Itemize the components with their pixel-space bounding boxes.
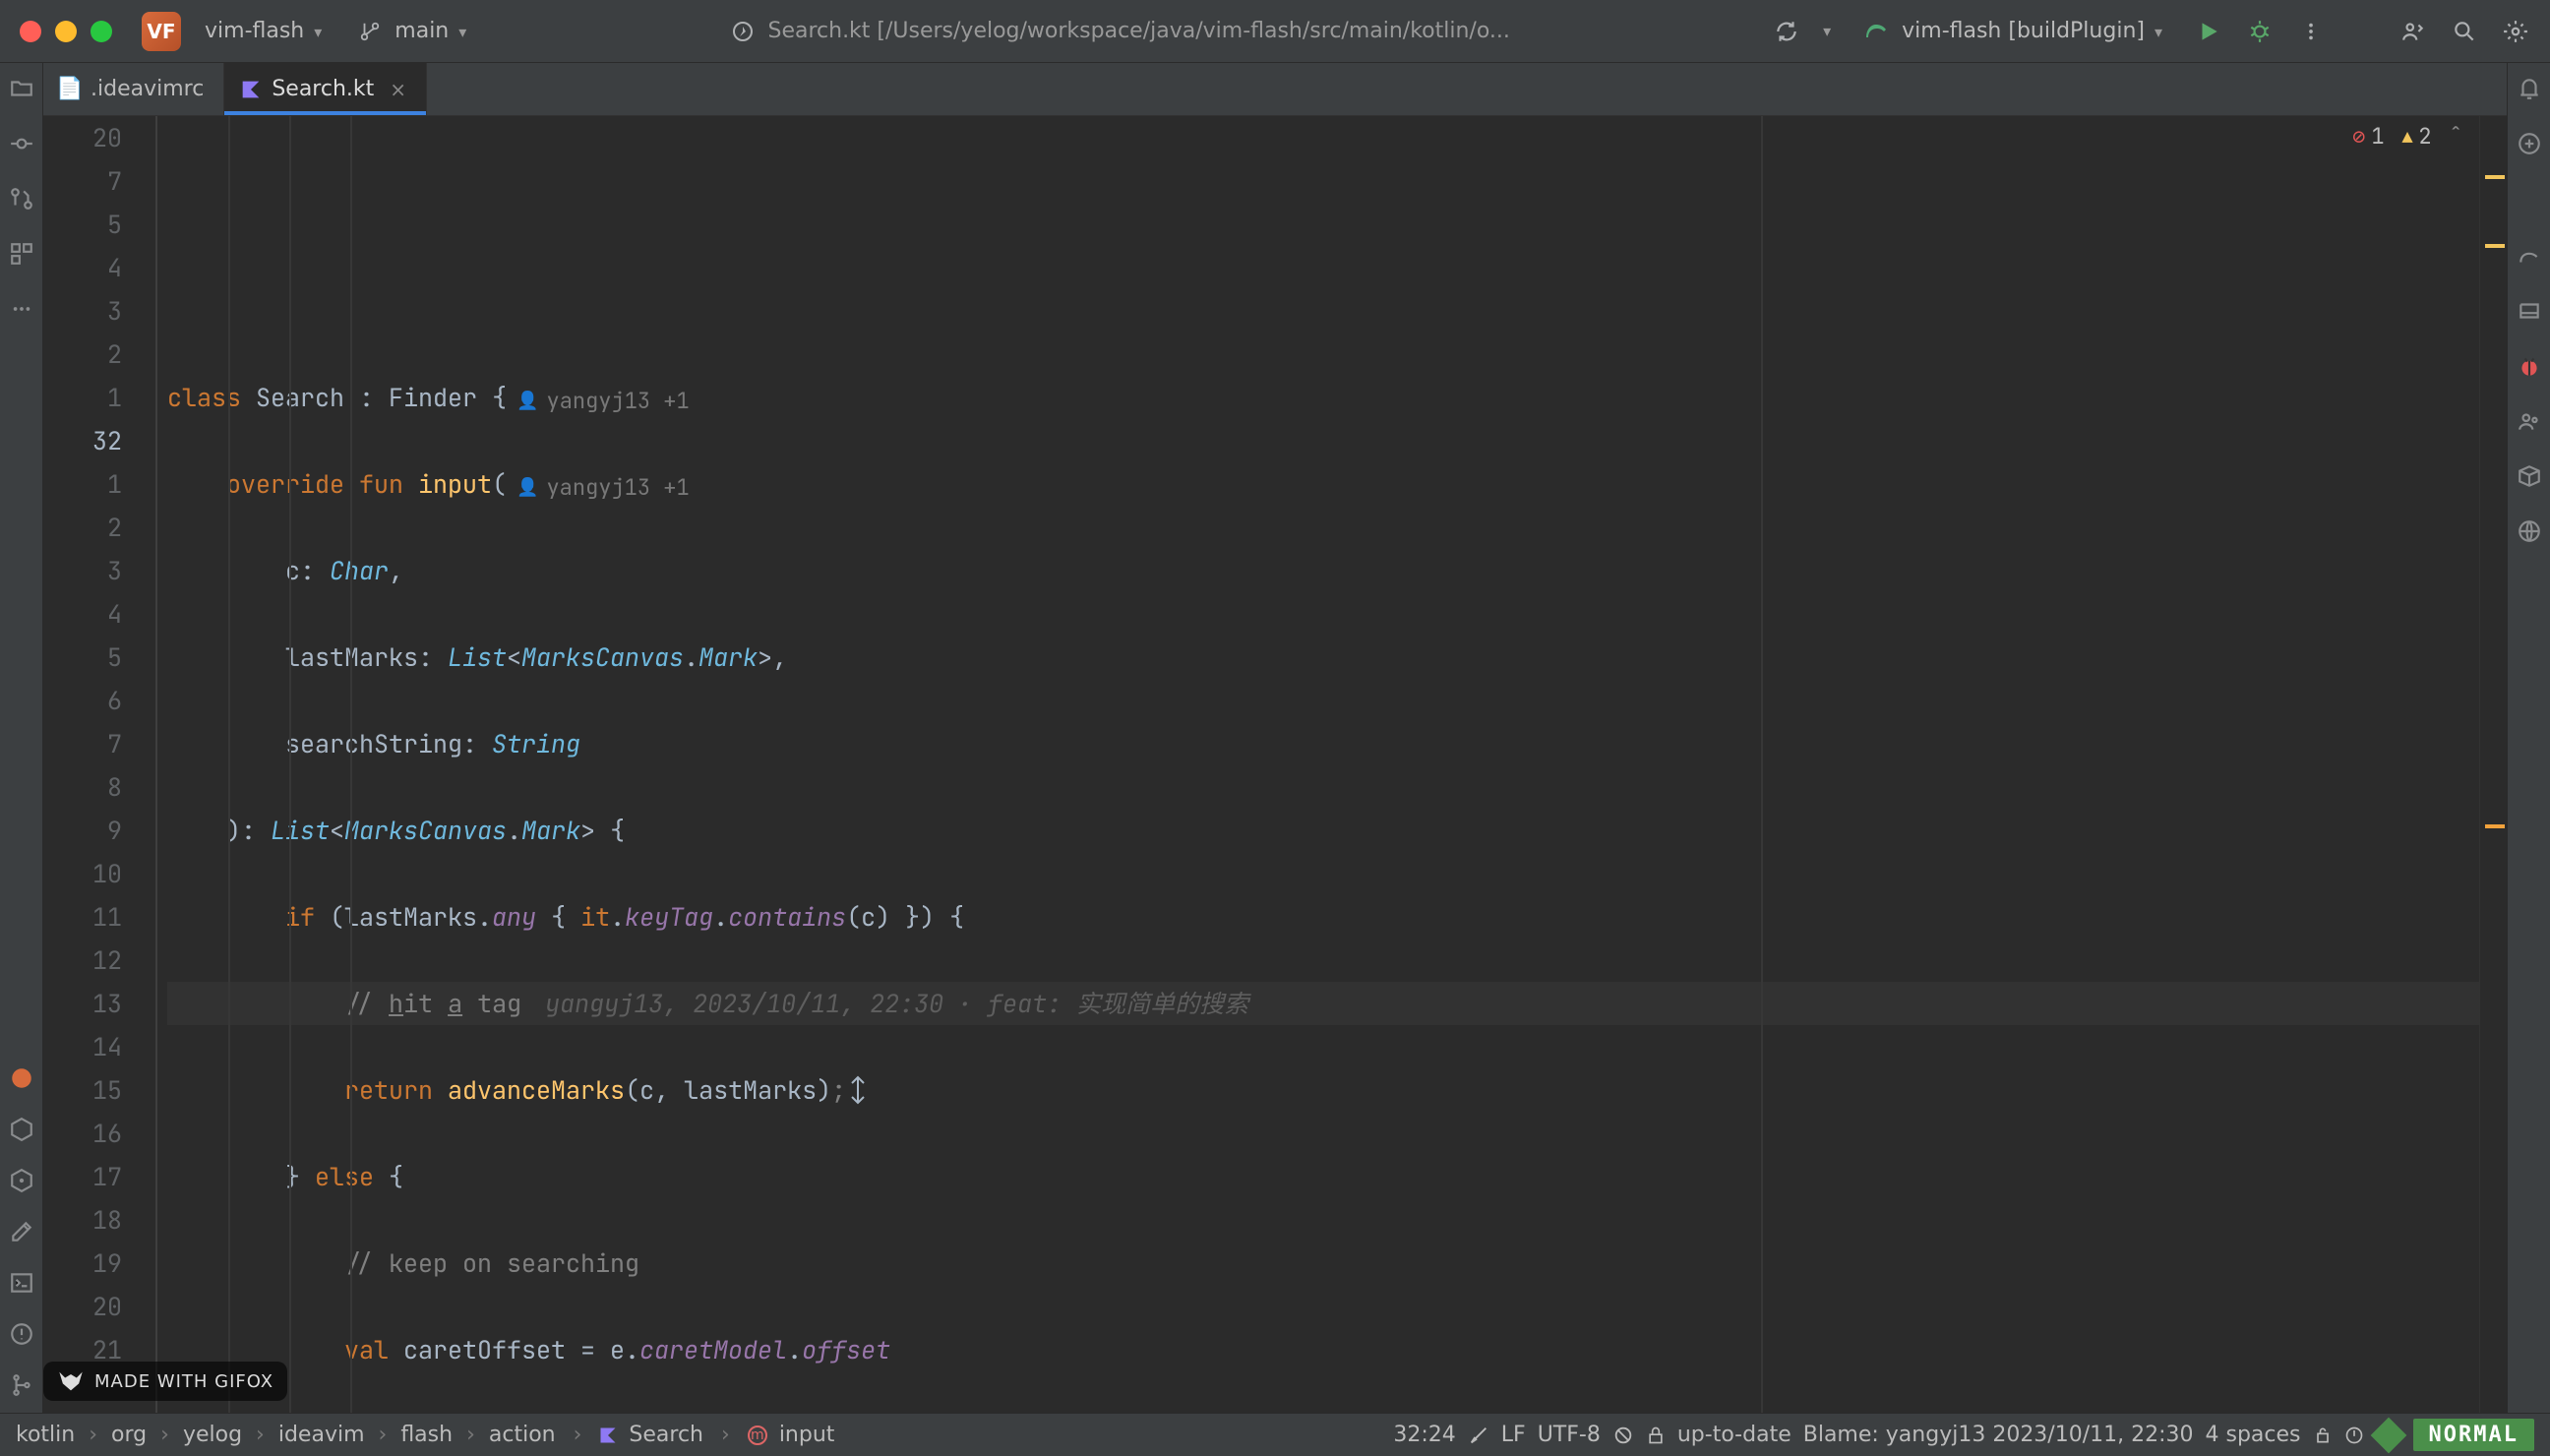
minimize-window-button[interactable] [55, 21, 77, 42]
build-tool-icon[interactable] [8, 1218, 35, 1245]
line-separator[interactable]: LF [1501, 1423, 1526, 1447]
breadcrumb-item[interactable]: yelog [183, 1423, 242, 1447]
breadcrumb-item[interactable]: ideavim [278, 1423, 365, 1447]
kotlin-icon [599, 1426, 617, 1444]
commit-tool-icon[interactable] [8, 130, 35, 157]
chevron-down-icon [314, 19, 322, 43]
notifications-icon[interactable] [2516, 75, 2543, 102]
plugin-circle-icon[interactable] [8, 1064, 35, 1092]
package-tool-icon[interactable] [2516, 462, 2543, 490]
gifox-text: MADE WITH GIFOX [94, 1371, 273, 1392]
compass-icon [728, 17, 758, 46]
editor-tabs: 📄 .ideavimrc Search.kt × [43, 63, 2507, 116]
breadcrumb-item[interactable]: action [489, 1423, 556, 1447]
update-icon[interactable] [1772, 17, 1801, 46]
author-lens[interactable]: 👤yangyj13 +1 [516, 466, 690, 510]
breadcrumb-function[interactable]: input [779, 1423, 835, 1447]
tab-label: .ideavimrc [91, 77, 204, 101]
project-dropdown[interactable]: vim-flash [195, 13, 332, 49]
code-editor[interactable]: 1 2 ˆ ˇ 20754321321234567891011121314151… [43, 116, 2507, 1413]
chevron-down-icon [2155, 19, 2162, 43]
gradle-icon [1862, 17, 1892, 46]
terminal-tool-icon[interactable] [8, 1269, 35, 1297]
tab-ideavimrc[interactable]: 📄 .ideavimrc [43, 63, 224, 115]
project-name: vim-flash [205, 19, 304, 43]
kotlin-icon [240, 79, 262, 100]
team-tool-icon[interactable] [2516, 407, 2543, 435]
more-tool-icon[interactable] [8, 295, 35, 323]
error-stripe[interactable] [2479, 116, 2507, 1413]
current-line: // hit a tagyangyj13, 2023/10/11, 22:30 … [167, 982, 2479, 1025]
power-save-icon[interactable] [2344, 1426, 2364, 1445]
database-tool-icon[interactable] [2516, 297, 2543, 325]
lock-icon[interactable] [1646, 1426, 1666, 1445]
readonly-icon[interactable] [2313, 1426, 2333, 1445]
caret-icon [846, 1075, 870, 1105]
ai-tool-icon[interactable] [2516, 130, 2543, 157]
inline-blame: yangyj13, 2023/10/11, 22:30 · feat: 实现简单… [545, 987, 1248, 1020]
line-gutter: 2075432132123456789101112131415161718192… [43, 116, 146, 1413]
breadcrumb-item[interactable]: kotlin [16, 1423, 75, 1447]
chevron-down-icon [458, 19, 466, 43]
navigation-path[interactable]: Search.kt [/Users/yelog/workspace/java/v… [728, 17, 1519, 46]
close-window-button[interactable] [20, 21, 41, 42]
line-sep-icon[interactable] [1468, 1425, 1489, 1446]
vcs-tool-icon[interactable] [8, 1371, 35, 1399]
gear-icon[interactable] [2501, 17, 2530, 46]
breadcrumb-item[interactable]: org [111, 1423, 147, 1447]
debug-button[interactable] [2245, 17, 2275, 46]
breadcrumb-item[interactable]: flash [400, 1423, 453, 1447]
more-actions-button[interactable] [2296, 17, 2326, 46]
caret-position[interactable]: 32:24 [1393, 1423, 1455, 1447]
breadcrumb[interactable]: kotlin›org›yelog›ideavim›flash›action [16, 1423, 556, 1447]
titlebar: VF vim-flash main Search.kt [/Users/yelo… [0, 0, 2550, 63]
nav-path-text: Search.kt [/Users/yelog/workspace/java/v… [767, 19, 1509, 43]
file-encoding[interactable]: UTF-8 [1538, 1423, 1601, 1447]
branch-icon [355, 17, 385, 46]
left-tool-strip [0, 63, 43, 1413]
file-icon: 📄 [59, 79, 81, 100]
tab-label: Search.kt [272, 77, 374, 101]
vcs-status-icon[interactable] [1612, 1425, 1634, 1446]
status-bar: kotlin›org›yelog›ideavim›flash›action › … [0, 1413, 2550, 1456]
vcs-status[interactable]: up-to-date [1677, 1423, 1791, 1447]
vim-mode-badge: NORMAL [2413, 1419, 2534, 1451]
code-content[interactable]: class Search : Finder {👤yangyj13 +1 over… [167, 116, 2479, 1413]
run-config-dropdown[interactable]: vim-flash [buildPlugin] [1852, 11, 2172, 52]
author-lens[interactable]: 👤yangyj13 +1 [516, 380, 690, 423]
run-button[interactable] [2194, 17, 2223, 46]
services-tool-icon[interactable] [8, 1167, 35, 1194]
structure-tool-icon[interactable] [8, 240, 35, 268]
vim-icon[interactable] [2370, 1417, 2406, 1453]
hex-tool-icon[interactable] [8, 1116, 35, 1143]
chevron-down-icon[interactable]: ▾ [1823, 22, 1831, 40]
close-icon[interactable]: × [390, 78, 406, 101]
project-badge[interactable]: VF [142, 12, 181, 51]
right-tool-strip [2507, 63, 2550, 1413]
gifox-watermark: MADE WITH GIFOX [43, 1362, 287, 1401]
pull-requests-icon[interactable] [8, 185, 35, 212]
breadcrumb-file[interactable]: Search [629, 1423, 703, 1447]
blame-status[interactable]: Blame: yangyj13 2023/10/11, 22:30 [1803, 1423, 2194, 1447]
indent-setting[interactable]: 4 spaces [2206, 1423, 2301, 1447]
ladybug-icon[interactable] [2516, 352, 2543, 380]
project-tool-icon[interactable] [8, 75, 35, 102]
method-icon: m [748, 1426, 767, 1445]
search-icon[interactable] [2450, 17, 2479, 46]
tab-search-kt[interactable]: Search.kt × [224, 63, 427, 115]
problems-tool-icon[interactable] [8, 1320, 35, 1348]
zoom-window-button[interactable] [91, 21, 112, 42]
branch-name: main [395, 19, 449, 43]
mac-traffic-lights [20, 21, 112, 42]
run-config-name: vim-flash [buildPlugin] [1902, 19, 2145, 43]
globe-tool-icon[interactable] [2516, 517, 2543, 545]
branch-dropdown[interactable]: main [345, 11, 476, 52]
gradle-tool-icon[interactable] [2516, 242, 2543, 270]
code-with-me-icon[interactable] [2398, 17, 2428, 46]
